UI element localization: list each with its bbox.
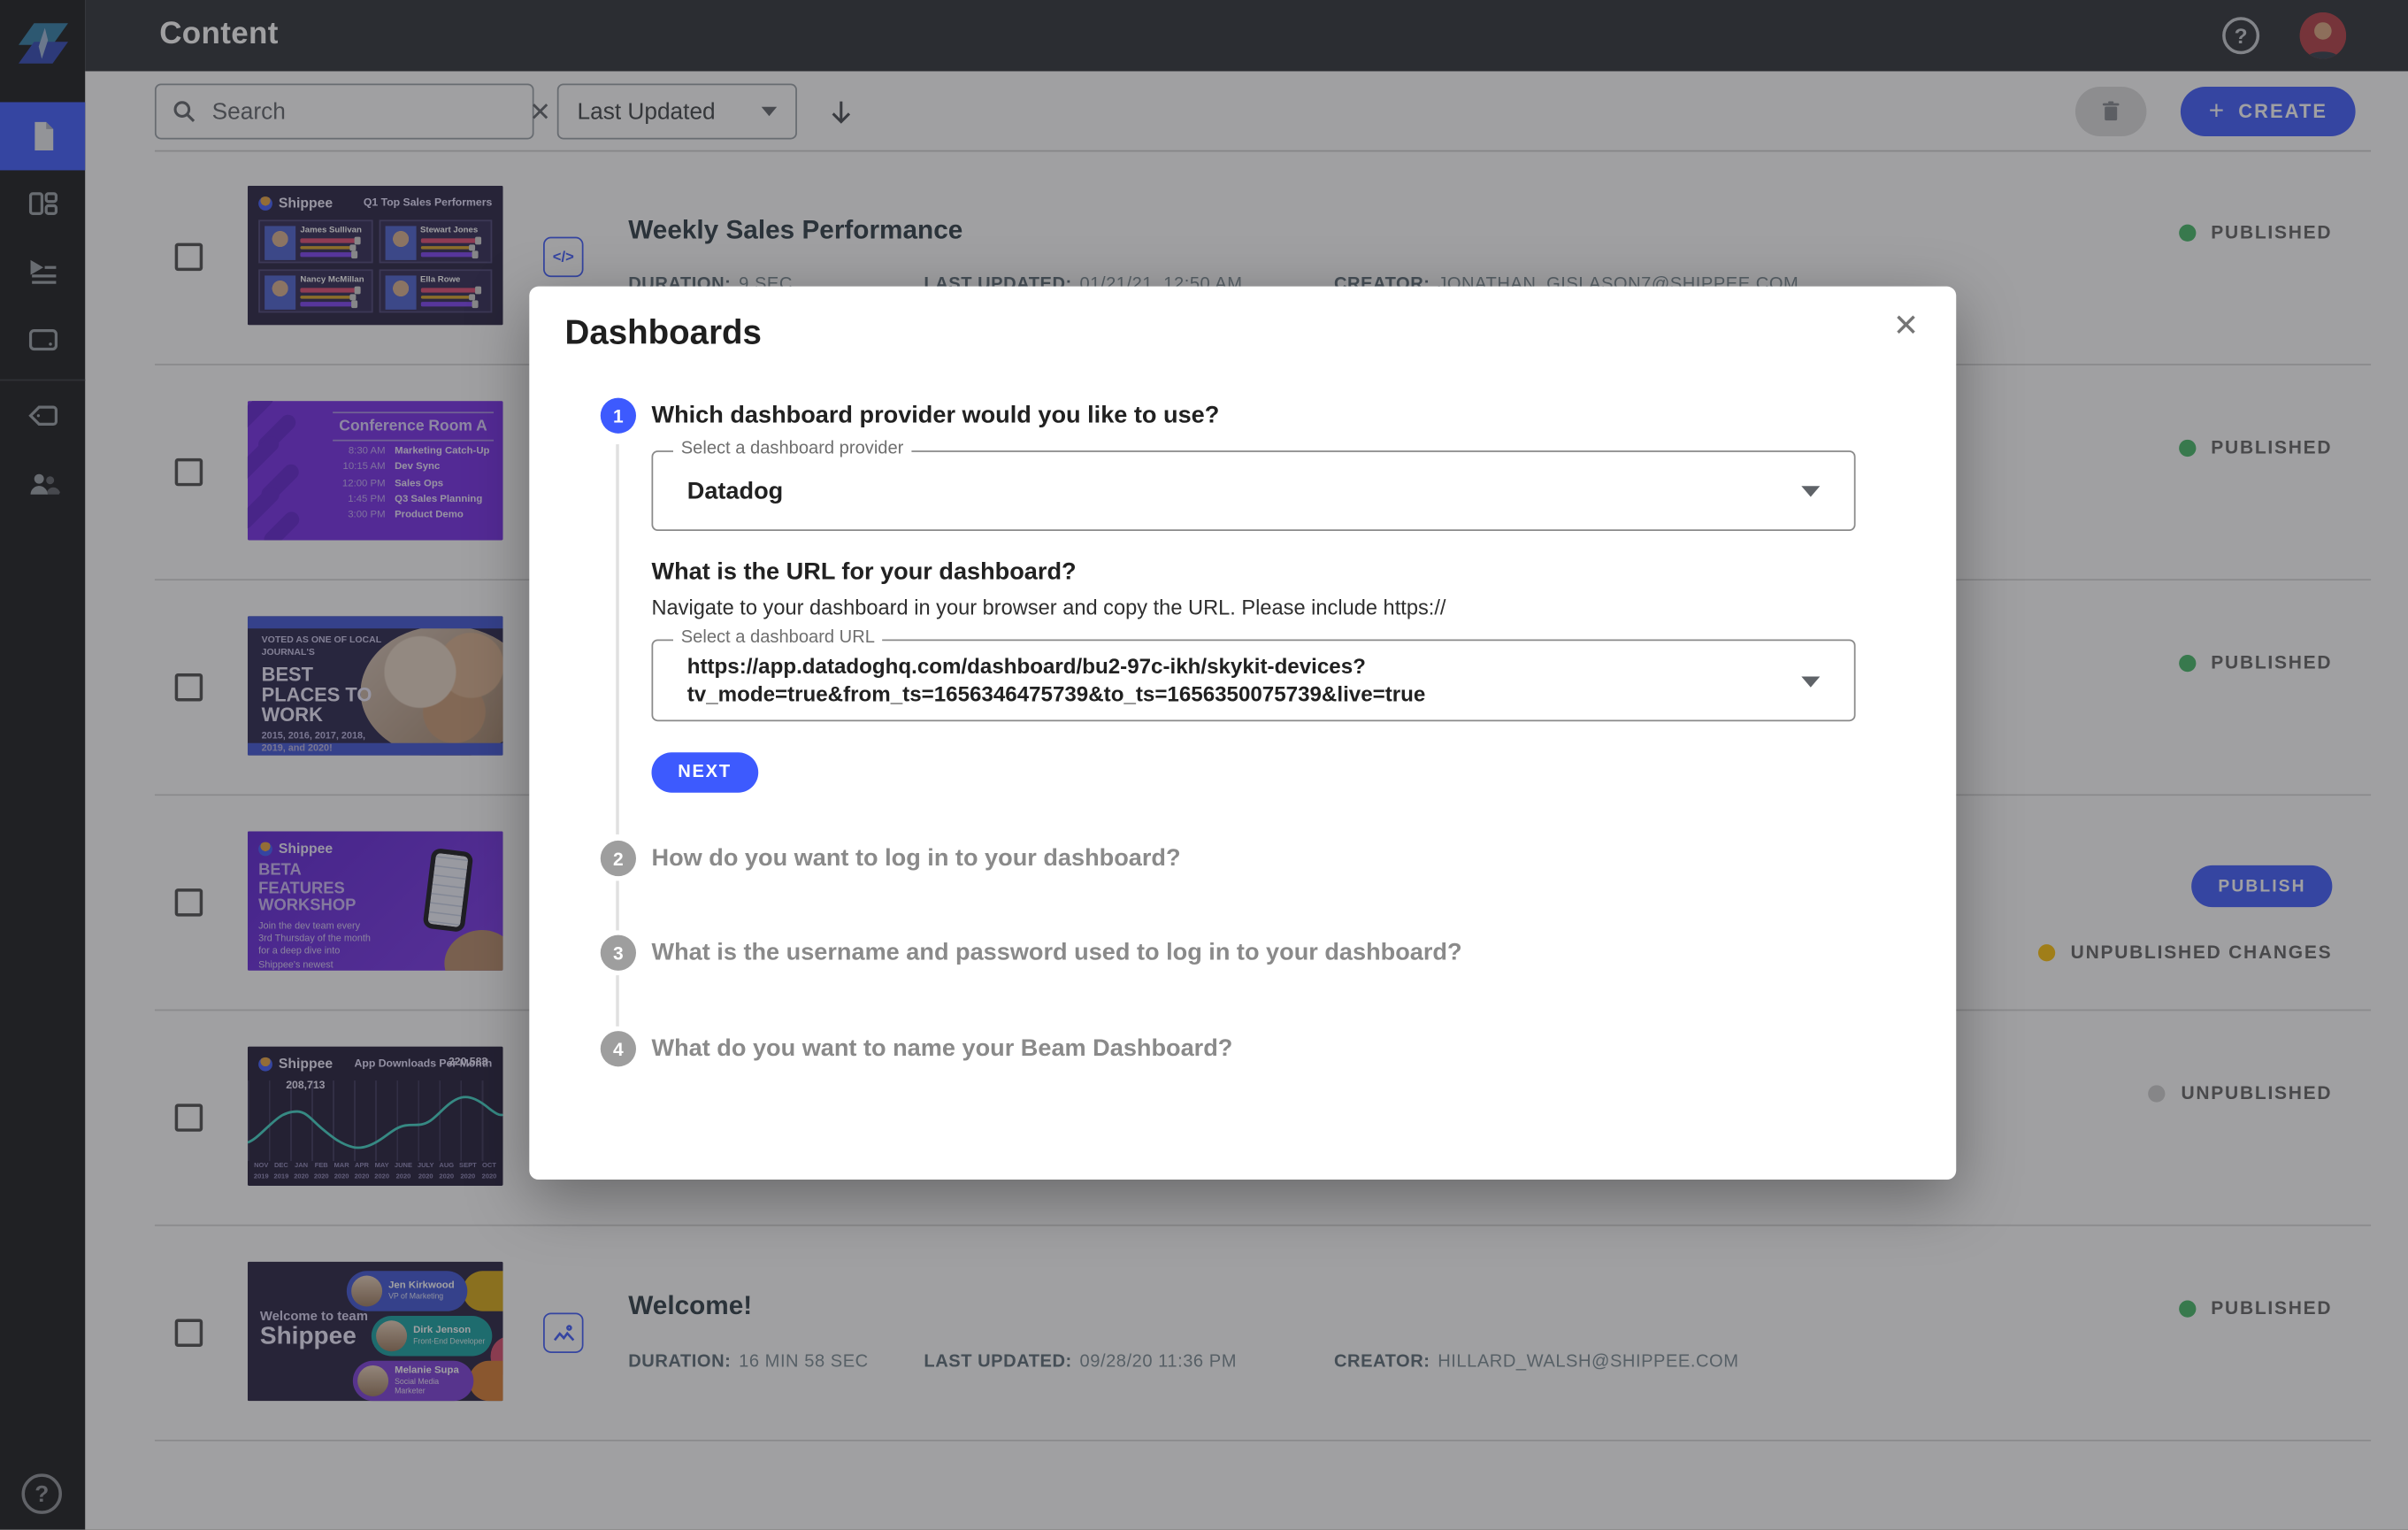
- url-select-label: Select a dashboard URL: [673, 628, 883, 647]
- next-button[interactable]: NEXT: [651, 752, 757, 792]
- step-connector: [616, 975, 618, 1026]
- provider-select-label: Select a dashboard provider: [673, 440, 911, 458]
- step-2-indicator: 2: [601, 841, 636, 876]
- step-2-question: How do you want to log in to your dashbo…: [651, 845, 1180, 873]
- chevron-down-icon: [1801, 486, 1820, 496]
- step-connector: [616, 444, 618, 834]
- dashboards-modal: Dashboards ✕ 1 Which dashboard provider …: [529, 287, 1956, 1180]
- step-4-question: What do you want to name your Beam Dashb…: [651, 1035, 1232, 1063]
- screen: ? Content ? ✕ Last Updated: [0, 0, 2408, 1529]
- url-heading: What is the URL for your dashboard?: [651, 559, 1076, 587]
- step-1-question: Which dashboard provider would you like …: [651, 403, 1219, 430]
- close-icon[interactable]: ✕: [1893, 311, 1919, 342]
- step-1-indicator: 1: [601, 398, 636, 434]
- provider-select-value: Datadog: [687, 479, 783, 506]
- url-select-value: https://app.datadoghq.com/dashboard/bu2-…: [687, 653, 1774, 709]
- step-3-indicator: 3: [601, 935, 636, 971]
- url-select[interactable]: Select a dashboard URL https://app.datad…: [651, 640, 1855, 722]
- modal-title: Dashboards: [565, 312, 762, 352]
- chevron-down-icon: [1801, 676, 1820, 687]
- step-connector: [616, 880, 618, 930]
- url-help-text: Navigate to your dashboard in your brows…: [651, 596, 1446, 619]
- step-4-indicator: 4: [601, 1031, 636, 1066]
- provider-select[interactable]: Select a dashboard provider Datadog: [651, 450, 1855, 531]
- step-3-question: What is the username and password used t…: [651, 940, 1461, 967]
